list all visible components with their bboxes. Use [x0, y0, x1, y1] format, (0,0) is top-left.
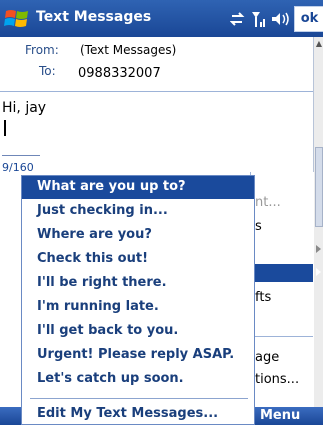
quick-text-menu: What are you up to? Just checking in... … [21, 175, 255, 425]
background-menu-item[interactable]: tions... [255, 372, 299, 387]
sync-icon [230, 12, 245, 26]
to-field[interactable]: 0988332007 [78, 66, 161, 81]
from-label: From: [25, 43, 59, 57]
scroll-thumb[interactable] [315, 147, 323, 227]
menu-softkey-label: Menu [260, 408, 301, 423]
volume-icon [272, 12, 289, 26]
ok-button[interactable]: ok [294, 6, 323, 32]
status-icons [230, 12, 289, 27]
quick-text-divider [30, 398, 248, 399]
background-menu-divider [250, 336, 313, 337]
text-cursor [4, 120, 6, 136]
quick-text-item[interactable]: Urgent! Please reply ASAP. [37, 347, 234, 362]
submenu-arrow-icon [316, 268, 321, 276]
app-title: Text Messages [36, 9, 152, 25]
background-menu-item[interactable]: nt... [255, 195, 281, 210]
title-bar: Text Messages ok [0, 0, 323, 37]
scroll-up-icon[interactable]: ▲ [314, 39, 323, 49]
quick-text-item[interactable]: I'll get back to you. [37, 323, 178, 338]
signal-icon [252, 12, 265, 27]
from-value[interactable]: (Text Messages) [80, 43, 176, 57]
to-label: To: [39, 64, 56, 78]
character-count: 9/160 [2, 161, 34, 174]
windows-start-icon[interactable] [3, 5, 31, 33]
background-menu-highlight [250, 264, 313, 282]
menu-softkey[interactable]: Menu [256, 407, 323, 425]
quick-text-item[interactable]: What are you up to? [37, 179, 186, 194]
message-body[interactable]: Hi, jay [2, 100, 46, 116]
quick-text-item[interactable]: Just checking in... [37, 203, 168, 218]
count-divider [2, 155, 40, 156]
header-divider [0, 91, 313, 92]
background-menu-item[interactable]: fts [255, 290, 271, 305]
quick-text-item[interactable]: Let's catch up soon. [37, 371, 184, 386]
edit-text-messages-item[interactable]: Edit My Text Messages... [37, 406, 218, 421]
quick-text-item[interactable]: I'll be right there. [37, 275, 167, 290]
quick-text-item[interactable]: I'm running late. [37, 299, 159, 314]
background-menu-item[interactable]: s [255, 219, 262, 234]
submenu-arrow-icon [316, 245, 321, 253]
quick-text-item[interactable]: Where are you? [37, 227, 152, 242]
background-menu-item[interactable]: age [255, 350, 279, 365]
quick-text-item[interactable]: Check this out! [37, 251, 148, 266]
scrollbar[interactable]: ▲ [313, 37, 323, 417]
